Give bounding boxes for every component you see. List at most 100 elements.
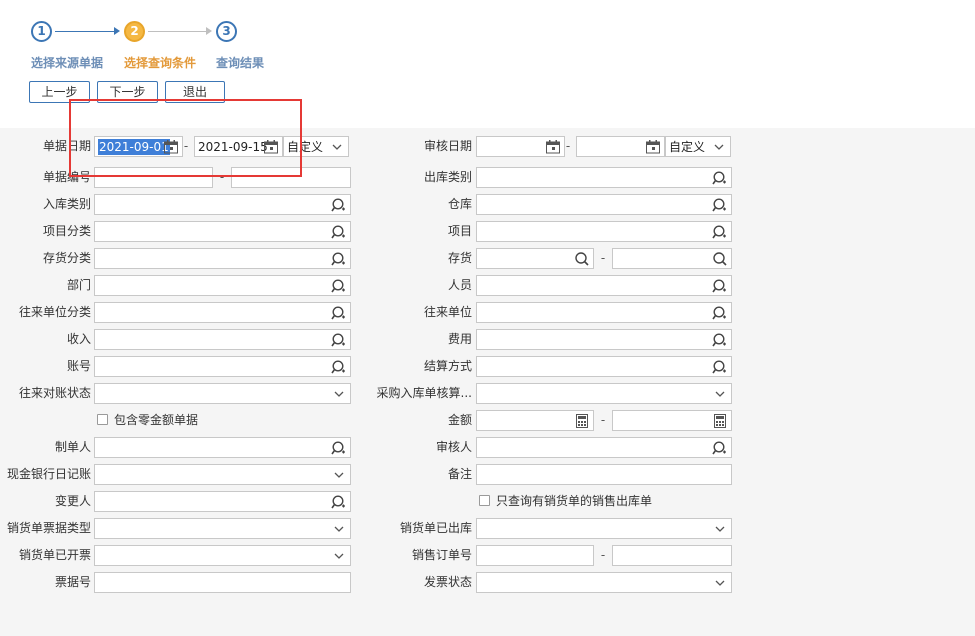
exit-button[interactable]: 退出 — [165, 81, 225, 103]
doc-no-to-input[interactable] — [231, 167, 351, 188]
calendar-icon[interactable] — [545, 139, 561, 155]
project-category-input[interactable] — [94, 221, 351, 242]
magnifier-icon[interactable] — [712, 251, 728, 267]
search-icon[interactable] — [331, 359, 347, 375]
doc-no-from-input[interactable] — [94, 167, 213, 188]
calculator-icon[interactable] — [574, 413, 590, 429]
calendar-icon[interactable] — [263, 139, 279, 155]
audit-date-mode-select[interactable]: 自定义 — [665, 136, 731, 157]
search-icon[interactable] — [331, 494, 347, 510]
doc-no-label: 单据编号 — [42, 170, 91, 184]
search-icon[interactable] — [331, 278, 347, 294]
doc-date-label: 单据日期 — [42, 139, 91, 153]
include-zero-label: 包含零金额单据 — [114, 413, 199, 427]
inventory-category-label: 存货分类 — [42, 251, 91, 265]
next-step-button[interactable]: 下一步 — [97, 81, 158, 103]
search-icon[interactable] — [712, 359, 728, 375]
cash-bank-journal-label: 现金银行日记账 — [6, 467, 91, 481]
only-sales-outbound-checkbox[interactable] — [479, 495, 490, 506]
sales-outbound-done-label: 销货单已出库 — [399, 521, 472, 535]
partner-input[interactable] — [476, 302, 732, 323]
sales-invoiced-select[interactable] — [94, 545, 351, 566]
search-icon[interactable] — [712, 305, 728, 321]
search-icon[interactable] — [712, 170, 728, 186]
purchase-check-select[interactable] — [476, 383, 732, 404]
auditor-input[interactable] — [476, 437, 732, 458]
inventory-to-input[interactable] — [612, 248, 732, 269]
calendar-icon[interactable] — [645, 139, 661, 155]
calendar-icon[interactable] — [163, 139, 179, 155]
calculator-icon[interactable] — [712, 413, 728, 429]
date-separator: - — [565, 139, 571, 153]
creator-input[interactable] — [94, 437, 351, 458]
remark-input[interactable] — [476, 464, 732, 485]
search-icon[interactable] — [331, 305, 347, 321]
chevron-down-icon — [332, 144, 342, 150]
sales-order-no-from-input[interactable] — [476, 545, 594, 566]
partner-category-input[interactable] — [94, 302, 351, 323]
sales-doc-type-select[interactable] — [94, 518, 351, 539]
range-separator: - — [600, 413, 606, 427]
modifier-input[interactable] — [94, 491, 351, 512]
search-icon[interactable] — [712, 278, 728, 294]
search-icon[interactable] — [331, 197, 347, 213]
staff-label: 人员 — [447, 278, 472, 292]
magnifier-icon[interactable] — [574, 251, 590, 267]
search-icon[interactable] — [712, 332, 728, 348]
sales-invoiced-label: 销货单已开票 — [18, 548, 91, 562]
department-input[interactable] — [94, 275, 351, 296]
date-separator: - — [183, 139, 189, 153]
creator-label: 制单人 — [54, 440, 91, 454]
amount-to-input[interactable] — [612, 410, 732, 431]
amount-from-input[interactable] — [476, 410, 594, 431]
audit-date-from-input[interactable] — [476, 136, 565, 157]
step-1-indicator: 1 — [31, 21, 52, 42]
sales-order-no-to-input[interactable] — [612, 545, 732, 566]
include-zero-checkbox[interactable] — [97, 414, 108, 425]
doc-date-to-input[interactable]: 2021-09-15 — [194, 136, 283, 157]
chevron-down-icon — [334, 472, 344, 478]
sales-outbound-done-select[interactable] — [476, 518, 732, 539]
search-icon[interactable] — [712, 440, 728, 456]
warehouse-label: 仓库 — [447, 197, 472, 211]
range-separator: - — [219, 170, 225, 184]
sales-doc-type-label: 销货单票据类型 — [6, 521, 91, 535]
cash-bank-journal-select[interactable] — [94, 464, 351, 485]
staff-input[interactable] — [476, 275, 732, 296]
project-input[interactable] — [476, 221, 732, 242]
settlement-label: 结算方式 — [423, 359, 472, 373]
inbound-type-input[interactable] — [94, 194, 351, 215]
audit-date-mode-value: 自定义 — [669, 140, 706, 154]
inventory-from-input[interactable] — [476, 248, 594, 269]
chevron-down-icon — [715, 391, 725, 397]
partner-category-label: 往来单位分类 — [18, 305, 91, 319]
reconcile-status-select[interactable] — [94, 383, 351, 404]
prev-step-button[interactable]: 上一步 — [29, 81, 90, 103]
invoice-status-select[interactable] — [476, 572, 732, 593]
search-icon[interactable] — [331, 440, 347, 456]
invoice-status-label: 发票状态 — [423, 575, 472, 589]
doc-date-from-input[interactable]: 2021-09-01 — [94, 136, 183, 157]
reconcile-status-label: 往来对账状态 — [18, 386, 91, 400]
step-3-label: 查询结果 — [216, 56, 265, 70]
doc-date-mode-value: 自定义 — [287, 140, 324, 154]
income-input[interactable] — [94, 329, 351, 350]
inventory-category-input[interactable] — [94, 248, 351, 269]
doc-date-mode-select[interactable]: 自定义 — [283, 136, 349, 157]
search-icon[interactable] — [712, 197, 728, 213]
expense-label: 费用 — [447, 332, 472, 346]
search-icon[interactable] — [712, 224, 728, 240]
range-separator: - — [600, 548, 606, 562]
expense-input[interactable] — [476, 329, 732, 350]
outbound-type-input[interactable] — [476, 167, 732, 188]
bill-no-input[interactable] — [94, 572, 351, 593]
step-2-indicator: 2 — [124, 21, 145, 42]
department-label: 部门 — [66, 278, 91, 292]
search-icon[interactable] — [331, 332, 347, 348]
settlement-input[interactable] — [476, 356, 732, 377]
audit-date-to-input[interactable] — [576, 136, 665, 157]
search-icon[interactable] — [331, 251, 347, 267]
account-input[interactable] — [94, 356, 351, 377]
search-icon[interactable] — [331, 224, 347, 240]
warehouse-input[interactable] — [476, 194, 732, 215]
